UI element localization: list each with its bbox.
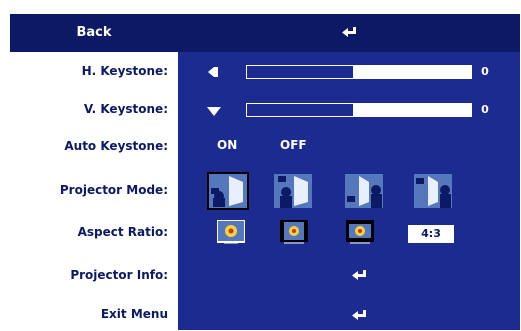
auto-keystone-label: Auto Keystone: — [64, 139, 168, 153]
aspect-ratio-widescreen-icon[interactable] — [346, 220, 374, 244]
projector-mode-front-desktop-icon[interactable] — [207, 172, 249, 210]
triangle-down-icon[interactable] — [206, 103, 222, 117]
projector-osd-menu: Back H. Keystone: 0 V. Keystone: 0 Auto … — [10, 14, 520, 330]
triangle-left-icon[interactable] — [206, 64, 220, 78]
enter-arrow-icon[interactable] — [340, 25, 360, 41]
projector-mode-front-ceiling-icon[interactable] — [274, 174, 312, 208]
exit-menu-label: Exit Menu — [100, 307, 168, 321]
projector-info-label: Projector Info: — [70, 268, 168, 282]
aspect-ratio-label: Aspect Ratio: — [77, 225, 168, 239]
v-keystone-label: V. Keystone: — [83, 102, 168, 116]
back-label: Back — [76, 25, 112, 40]
auto-keystone-off-option[interactable]: OFF — [280, 138, 307, 152]
auto-keystone-on-option[interactable]: ON — [217, 138, 237, 152]
aspect-ratio-16-9-icon[interactable] — [280, 220, 308, 244]
aspect-ratio-4-3-option[interactable]: 4:3 — [408, 225, 454, 243]
h-keystone-value: 0 — [481, 65, 489, 78]
projector-mode-rear-ceiling-icon[interactable] — [414, 174, 452, 208]
aspect-ratio-original-icon[interactable] — [216, 219, 246, 244]
v-keystone-value: 0 — [481, 103, 489, 116]
projector-mode-rear-desktop-icon[interactable] — [345, 174, 383, 208]
h-keystone-slider[interactable] — [246, 65, 472, 79]
control-column — [178, 14, 520, 330]
v-keystone-slider-fill — [247, 104, 354, 116]
h-keystone-label: H. Keystone: — [81, 64, 168, 78]
projector-mode-label: Projector Mode: — [59, 183, 168, 197]
back-row[interactable]: Back — [10, 14, 520, 52]
label-column — [10, 14, 178, 330]
v-keystone-slider[interactable] — [246, 103, 472, 117]
projector-info-enter-arrow-icon[interactable] — [350, 268, 370, 284]
h-keystone-slider-fill — [247, 66, 354, 78]
exit-menu-enter-arrow-icon[interactable] — [350, 308, 370, 324]
